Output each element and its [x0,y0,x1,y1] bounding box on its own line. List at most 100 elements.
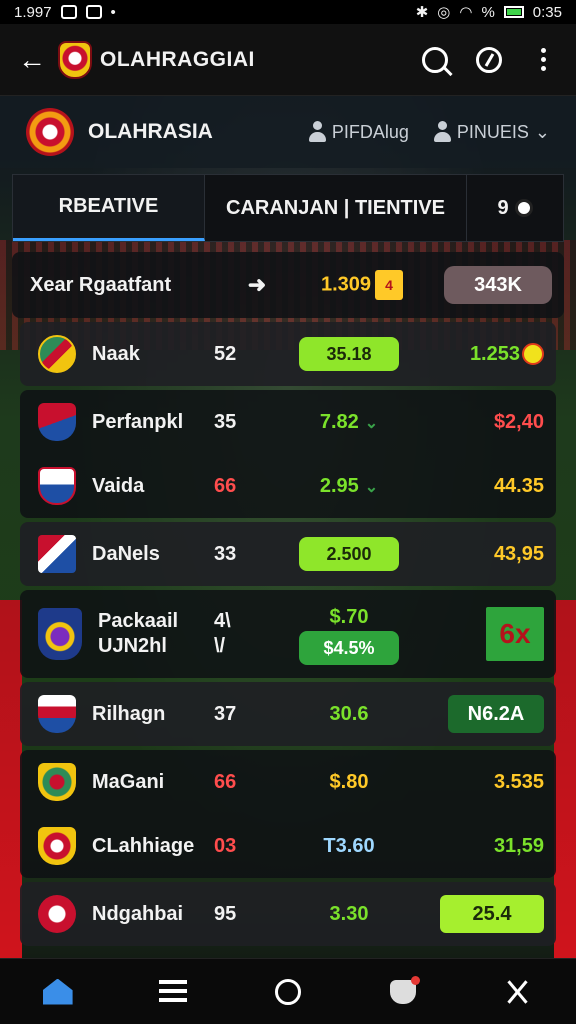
team-name: MaGani [92,770,165,793]
team-name: Vaida [92,474,145,497]
nav-chat-button[interactable] [379,968,427,1016]
image-icon [60,5,77,19]
team-last: 44.35 [493,474,544,497]
figure-icon [308,121,326,143]
league-name: OLAHRASIA [88,120,213,143]
header-value: 1.309 4 [292,270,432,300]
table-row[interactable]: CLahhiage 03 T3.60 31,59 [20,814,556,878]
tab-rbeative[interactable]: RBEATIVE [13,175,205,241]
team-name: Packaail UJN2hl [98,610,179,657]
team-value: 2.500 [274,537,424,571]
notification-icon [85,5,102,19]
tab-count-label: 9 [497,196,509,219]
wifi-icon: ◠ [459,4,473,21]
alarm-icon: ◎ [437,4,451,21]
soccer-ball-icon [514,199,533,217]
battery-icon [503,6,524,18]
bottom-nav [0,958,576,1024]
back-arrow-icon[interactable]: ← [18,44,58,76]
filter-chip-1[interactable]: PIFDAlug [308,121,409,143]
table-row[interactable]: MaGani 66 $.80 3.535 [20,750,556,814]
app-title: OLAHRAGGIAI [100,47,255,71]
team-badge-icon [38,695,76,733]
alert-dot-icon [522,343,544,366]
tab-caranjan[interactable]: CARANJAN | TIENTIVE [205,175,467,241]
dot-icon: • [110,3,116,21]
table-group: MaGani 66 $.80 3.535 CLahhiage 03 T3.60 … [20,750,556,878]
table-row[interactable]: Naak 52 35.18 1.253 [20,322,556,386]
team-last: 31,59 [493,834,544,857]
standings-table: Xear Rgaatfant ➜ 1.309 4 343K Naak 52 35.… [12,252,564,946]
filter-chip-2-label: PINUEIS [456,121,529,142]
table-group: Rilhagn 37 30.6 N6.2A [20,682,556,746]
table-row[interactable]: Perfanpkl 35 7.82 ⌄ $2,40 [20,390,556,454]
team-value: $.80 [329,770,369,793]
crossed-tools-icon [504,978,532,1006]
team-number: 03 [214,834,237,857]
chevron-down-icon: ⌄ [364,478,379,496]
team-last: 25.4 [424,895,544,933]
team-value: 35.18 [274,337,424,371]
table-group: Naak 52 35.18 1.253 [20,322,556,386]
table-row[interactable]: Rilhagn 37 30.6 N6.2A [20,682,556,746]
team-badge-icon [38,535,76,573]
home-icon [42,978,73,1005]
team-name: Naak [92,342,140,365]
app-crest-logo [58,40,92,79]
team-last: 43,95 [493,542,544,565]
team-number: 33 [214,542,237,565]
table-header-row[interactable]: Xear Rgaatfant ➜ 1.309 4 343K [12,252,564,318]
chat-icon [390,975,421,1004]
status-bar: 1.997 • ✱ ◎ ◠ % 0:35 [0,0,576,24]
team-number: 4\ \/ [214,610,231,657]
nav-list-button[interactable] [149,968,197,1016]
team-value: 3.30 [329,902,369,925]
status-time-right: 0:35 [532,3,562,21]
bluetooth-icon: ✱ [415,4,429,21]
team-name: Rilhagn [92,702,166,725]
more-menu-button[interactable] [528,45,558,75]
signal-percent: % [481,3,495,21]
table-group: Packaail UJN2hl 4\ \/ $.70 $4.5% 6x [20,590,556,678]
team-value: T3.60 [323,834,375,857]
team-name: Perfanpkl [92,410,184,433]
team-badge-icon [38,467,76,505]
team-badge-icon [38,335,76,373]
team-last: N6.2A [424,695,544,733]
table-row[interactable]: DaNels 33 2.500 43,95 [20,522,556,586]
person-icon [433,121,451,143]
more-vert-icon [540,48,546,71]
tab-count[interactable]: 9 [467,175,563,241]
nav-circle-button[interactable] [264,968,312,1016]
search-icon [422,46,448,73]
filter-chip-1-label: PIFDAlug [331,121,409,142]
team-last: 1.253 [424,343,544,366]
team-number: 37 [214,702,237,725]
table-group: Perfanpkl 35 7.82 ⌄ $2,40 Vaida 66 2.95 ⌄ … [20,390,556,518]
team-last: 3.535 [493,770,544,793]
table-row[interactable]: Ndgahbai 95 3.30 25.4 [20,882,556,946]
team-value: 2.95 ⌄ [319,474,379,497]
status-time-left: 1.997 [14,3,52,21]
filter-chip-2[interactable]: PINUEIS ⌄ [433,121,550,143]
circle-icon [274,978,301,1005]
tab-bar: RBEATIVE CARANJAN | TIENTIVE 9 [12,174,564,242]
team-name: DaNels [92,542,160,565]
table-group: Ndgahbai 95 3.30 25.4 [20,882,556,946]
team-badge-icon [38,827,76,865]
team-badge-icon [38,895,76,933]
search-button[interactable] [420,45,450,75]
league-header: OLAHRASIA PIFDAlug PINUEIS ⌄ [0,96,576,168]
team-value: $.70 $4.5% [274,603,424,665]
team-number: 66 [214,474,237,497]
compass-button[interactable] [474,45,504,75]
table-row[interactable]: Packaail UJN2hl 4\ \/ $.70 $4.5% 6x [20,590,556,678]
header-flag-badge: 4 [375,270,404,300]
team-number: 66 [214,770,237,793]
nav-tools-button[interactable] [494,968,542,1016]
league-crest-logo [26,108,74,156]
table-row[interactable]: Vaida 66 2.95 ⌄ 44.35 [20,454,556,518]
team-value: 7.82 ⌄ [319,410,379,433]
chevron-down-icon: ⌄ [534,121,550,142]
nav-home-button[interactable] [34,968,82,1016]
